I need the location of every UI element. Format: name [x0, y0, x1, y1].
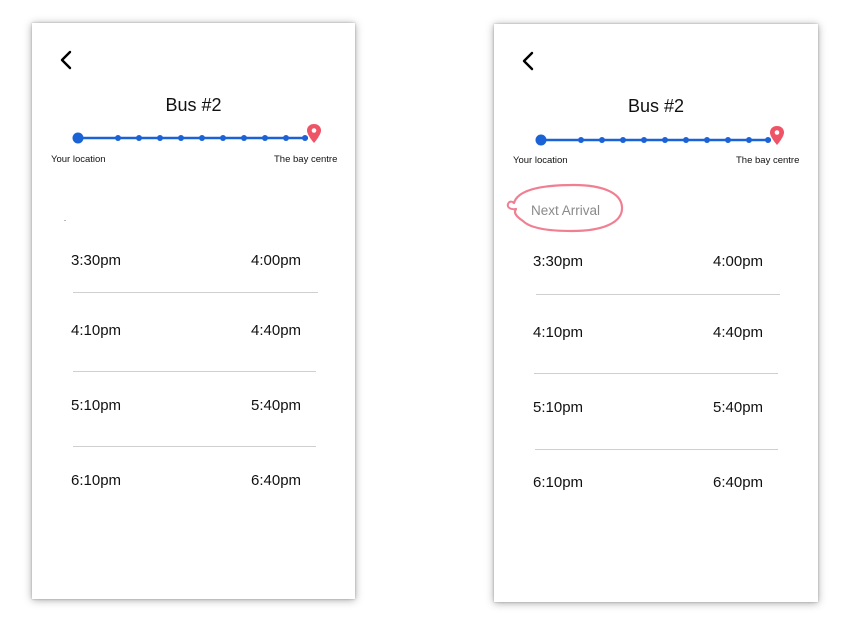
- row-divider: [536, 294, 780, 295]
- route-stop: [765, 137, 771, 143]
- map-pin-icon: [770, 126, 784, 145]
- departure-time: 3:30pm: [71, 252, 122, 269]
- route-stop: [178, 135, 184, 141]
- destination-label: The bay centre: [274, 154, 338, 165]
- schedule-row[interactable]: 5:10pm 5:40pm: [32, 397, 354, 419]
- route-stop: [157, 135, 163, 141]
- right-phone-screen: Bus #2 Your location The bay centre Next…: [494, 24, 818, 602]
- route-stop: [262, 135, 268, 141]
- route-stop: [746, 137, 752, 143]
- chevron-left-icon: [522, 51, 534, 71]
- schedule-row[interactable]: 6:10pm 6:40pm: [32, 472, 354, 494]
- schedule-row[interactable]: 5:10pm 5:40pm: [494, 399, 816, 421]
- arrival-time: 4:40pm: [251, 322, 302, 339]
- next-arrival-label: Next Arrival: [531, 203, 601, 218]
- route-stop: [136, 135, 142, 141]
- origin-label: Your location: [51, 154, 106, 165]
- back-button[interactable]: [518, 48, 540, 74]
- route-stop: [578, 137, 584, 143]
- route-stop: [725, 137, 731, 143]
- route-stop: [115, 135, 121, 141]
- route-progress: [535, 126, 784, 146]
- row-divider: [73, 371, 316, 372]
- departure-time: 6:10pm: [533, 474, 584, 491]
- route-stop: [683, 137, 689, 143]
- route-stop: [620, 137, 626, 143]
- row-divider: [534, 373, 778, 374]
- row-divider: [73, 292, 318, 293]
- schedule-row[interactable]: 3:30pm 4:00pm: [32, 252, 354, 274]
- arrival-time: 6:40pm: [713, 474, 764, 491]
- origin-dot-icon: [535, 134, 547, 146]
- arrival-time: 5:40pm: [713, 399, 764, 416]
- route-progress: [72, 124, 321, 144]
- route-stop: [220, 135, 226, 141]
- departure-time: 4:10pm: [71, 322, 122, 339]
- origin-label: Your location: [513, 155, 568, 166]
- route-stop: [283, 135, 289, 141]
- schedule-row[interactable]: 4:10pm 4:40pm: [32, 322, 354, 344]
- arrival-time: 6:40pm: [251, 472, 302, 489]
- arrival-time: 4:00pm: [713, 253, 764, 270]
- bus-title: Bus #2: [627, 96, 685, 116]
- route-stop: [302, 135, 308, 141]
- route-stop: [641, 137, 647, 143]
- schedule-row[interactable]: 3:30pm 4:00pm: [494, 253, 816, 275]
- schedule-row[interactable]: 6:10pm 6:40pm: [494, 474, 816, 496]
- departure-time: 6:10pm: [71, 472, 122, 489]
- route-stop: [241, 135, 247, 141]
- left-phone-screen: Bus #2 Your location The bay centre 3:30…: [32, 23, 355, 599]
- bus-title: Bus #2: [165, 95, 222, 115]
- origin-dot-icon: [72, 132, 84, 144]
- route-stop: [662, 137, 668, 143]
- back-button[interactable]: [56, 47, 78, 73]
- route-stop: [704, 137, 710, 143]
- map-pin-icon: [307, 124, 321, 143]
- departure-time: 5:10pm: [533, 399, 584, 416]
- departure-time: 4:10pm: [533, 324, 584, 341]
- arrival-time: 4:00pm: [251, 252, 302, 269]
- schedule-row[interactable]: 4:10pm 4:40pm: [494, 324, 816, 346]
- departure-time: 3:30pm: [533, 253, 584, 270]
- arrival-time: 5:40pm: [251, 397, 302, 414]
- chevron-left-icon: [60, 50, 72, 70]
- destination-label: The bay centre: [736, 155, 800, 166]
- row-divider: [535, 449, 778, 450]
- arrival-time: 4:40pm: [713, 324, 764, 341]
- route-stop: [199, 135, 205, 141]
- row-divider: [73, 446, 316, 447]
- route-stop: [599, 137, 605, 143]
- departure-time: 5:10pm: [71, 397, 122, 414]
- artifact-speck: [64, 220, 66, 221]
